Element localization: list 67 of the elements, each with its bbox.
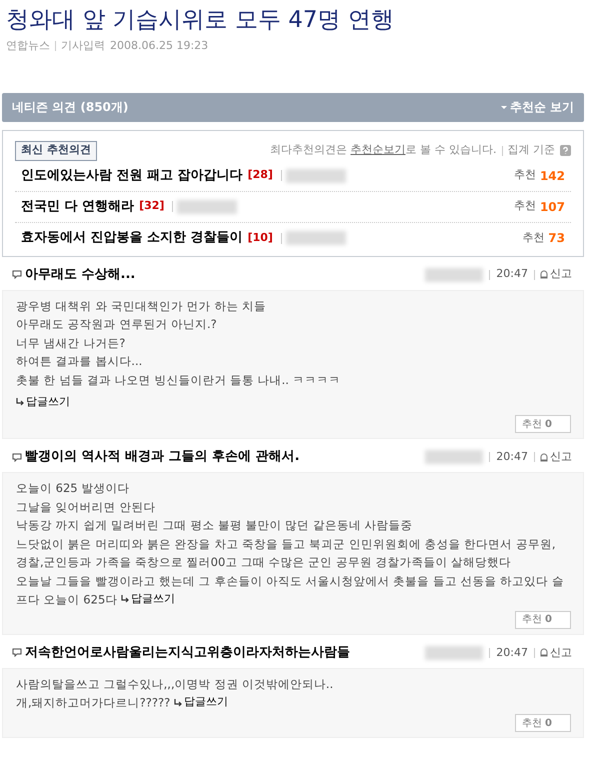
date-label: 기사입력: [61, 38, 105, 54]
recommend-button[interactable]: 추천 0: [515, 714, 571, 732]
blurred-username: [425, 268, 484, 282]
help-icon[interactable]: [560, 145, 571, 156]
vote-count: 107: [540, 198, 565, 216]
news-source: 연합뉴스: [6, 38, 50, 54]
reply-link[interactable]: 답글쓰기: [120, 590, 175, 608]
vote-label: 추천: [514, 198, 536, 214]
recommend-button[interactable]: 추천 0: [515, 415, 571, 433]
sort-view-link[interactable]: 추천순보기: [350, 143, 406, 156]
reply-count: [32]: [139, 198, 164, 214]
blurred-username: [286, 168, 346, 182]
dropdown-icon: [500, 106, 507, 108]
article-title: 청와대 앞 기습시위로 모두 47명 연행: [6, 6, 395, 35]
comment-title: 빨갱이의 역사적 배경과 그들의 후손에 관해서.: [25, 448, 300, 466]
comment-text-line: 촛불 한 넘들 결과 나오면 빙신들이란거 들통 나내.. ㅋㅋㅋㅋ: [16, 372, 342, 388]
reply-arrow-icon: [16, 398, 25, 406]
latest-recommended-tab[interactable]: 최신 추천의견: [15, 140, 97, 160]
vote-count: 142: [540, 168, 565, 184]
comment-text-line: 오늘날 그들을 빨갱이라고 했는데 그 후손들이 아직도 서울시청앞에서 촛불을 들고 선동을 하고있다 슬: [16, 572, 565, 590]
vote-count: 73: [548, 230, 565, 247]
comment-text-line: 느닷없이 붉은 머리띠와 붉은 완장을 차고 죽창을 들고 북괴군 인민위원회에 충성을 한다면서 공무원,: [16, 536, 557, 552]
comment-text-line: 사람의탈을쓰고 그럴수있나,,,이명박 정권 이것밖에안되나..: [16, 676, 334, 693]
article-date: 2008.06.25 19:23: [110, 38, 208, 54]
comment-title: 저속한언어로사람울리는지식고위층이라자처하는사람들: [25, 644, 350, 662]
recommend-button[interactable]: 추천 0: [515, 610, 571, 629]
vote-label: 추천: [514, 167, 536, 184]
speech-bubble-icon: [12, 452, 22, 462]
best-comment-link[interactable]: 전국민 다 연행해라: [15, 196, 134, 216]
comment-title: 아무래도 수상해...: [25, 266, 136, 284]
reply-arrow-icon: [174, 698, 183, 706]
reply-count: [10]: [248, 230, 273, 246]
best-comment-link[interactable]: 인도에있는사람 전원 패고 잡아갑니다: [15, 166, 243, 186]
bell-icon: [540, 270, 548, 279]
report-link[interactable]: 신고: [540, 644, 572, 661]
speech-bubble-icon: [12, 648, 22, 658]
comment-text-line: 광우병 대책위 와 국민대책인가 먼가 하는 치들: [16, 298, 267, 314]
comment-text-line: 오늘이 625 발생이다: [16, 480, 130, 497]
reply-arrow-icon: [120, 595, 130, 604]
comment-text-line: 하여튼 결과를 봅시다...: [16, 353, 144, 370]
reply-count: [28]: [248, 167, 273, 184]
comment-text-line: 그날을 잊어버리면 안된다: [16, 498, 156, 516]
blurred-username: [286, 231, 346, 245]
comment-time: 20:47: [496, 266, 528, 282]
comment-time: 20:47: [496, 644, 528, 660]
best-comment-link[interactable]: 효자동에서 진압봉을 소지한 경찰들이: [15, 228, 243, 248]
comment-text-line: 프다 오늘이 625다: [16, 592, 118, 606]
blurred-username: [425, 450, 484, 464]
speech-bubble-icon: [12, 270, 22, 279]
vote-label: 추천: [522, 230, 544, 246]
report-link[interactable]: 신고: [540, 266, 572, 283]
bell-icon: [540, 452, 548, 462]
comment-text-line: 너무 냄새간 나거든?: [16, 334, 126, 352]
comment-text-line: 낙동강 까지 쉽게 밀려버린 그때 평소 불평 불만이 많던 같은동네 사람들중: [16, 517, 414, 534]
blurred-username: [425, 646, 484, 660]
comment-text-line: 아무래도 공작원과 연루된거 아닌지.?: [16, 316, 218, 333]
comment-text-line: 개,돼지하고머가다르니?????: [16, 696, 170, 710]
notice-text: 최다추천의견은 추천순보기로 볼 수 있습니다.: [270, 142, 496, 158]
blurred-username: [177, 200, 238, 214]
comments-count-title: 네티즌 의견 (850개): [12, 99, 128, 116]
report-link[interactable]: 신고: [540, 448, 572, 466]
comment-text-line: 경찰,군인등과 가족을 죽창으로 찔러00고 그때 수많은 군인 공무원 경찰가족들이 살해당했다: [16, 554, 512, 571]
bell-icon: [540, 648, 548, 658]
criteria-label: 집계 기준: [508, 142, 555, 158]
reply-link[interactable]: 답글쓰기: [174, 693, 228, 712]
comment-time: 20:47: [496, 448, 528, 465]
reply-link[interactable]: 답글쓰기: [16, 394, 70, 410]
